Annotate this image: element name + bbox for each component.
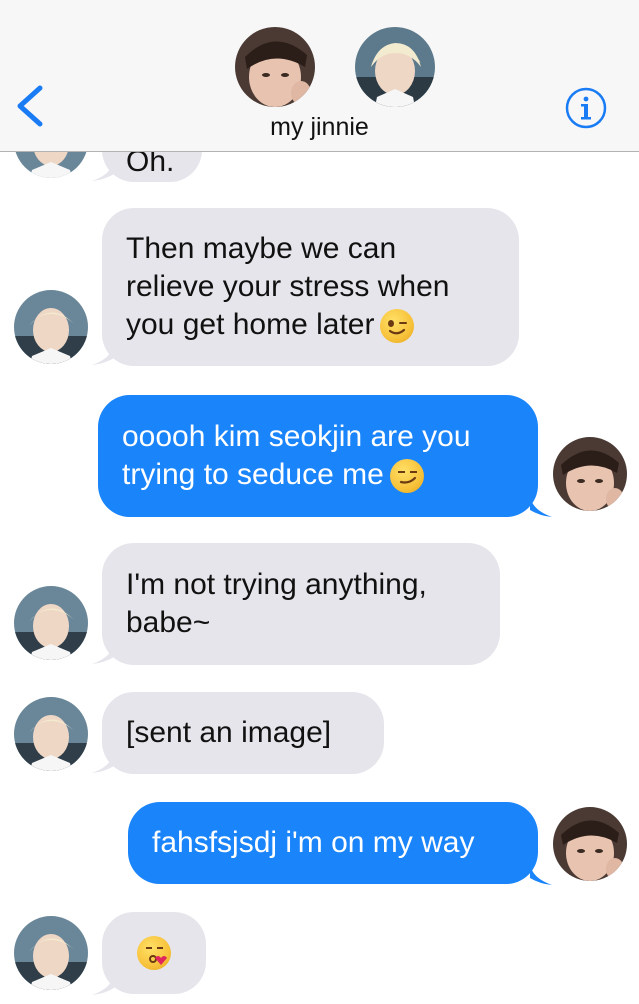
message-text: fahsfsjsdj i'm on my way: [152, 826, 475, 859]
avatar-jinnie[interactable]: [14, 290, 88, 364]
bubble-tail: [92, 974, 114, 995]
info-circle-icon[interactable]: [565, 87, 607, 129]
contact-avatar-me: [235, 27, 315, 107]
bubble-tail: [92, 752, 114, 773]
bubble-tail: [92, 344, 114, 365]
message-list[interactable]: Oh. Then maybe we can relieve your stres…: [0, 152, 639, 1004]
message-bubble-incoming[interactable]: [102, 912, 206, 994]
message-bubble-outgoing[interactable]: ooooh kim seokjin are you trying to sedu…: [98, 395, 538, 517]
conversation-header: my jinnie: [0, 0, 639, 152]
winking-face-icon: [380, 309, 415, 344]
avatar-jinnie[interactable]: [14, 586, 88, 660]
message-bubble-outgoing[interactable]: fahsfsjsdj i'm on my way: [128, 802, 538, 884]
message-bubble-incoming[interactable]: Then maybe we can relieve your stress wh…: [102, 208, 519, 366]
avatar-me[interactable]: [553, 437, 627, 511]
smirking-face-icon: [389, 459, 424, 494]
message-bubble-incoming[interactable]: I'm not trying anything, babe~: [102, 543, 500, 665]
bubble-tail: [92, 160, 114, 181]
bubble-tail: [530, 864, 552, 885]
message-bubble-incoming[interactable]: [sent an image]: [102, 692, 384, 774]
contact-name[interactable]: my jinnie: [0, 113, 639, 142]
avatar-me[interactable]: [553, 807, 627, 881]
message-bubble-incoming[interactable]: Oh.: [102, 152, 202, 182]
bubble-tail: [92, 643, 114, 664]
avatar-jinnie[interactable]: [14, 697, 88, 771]
avatar-jinnie[interactable]: [14, 152, 88, 178]
bubble-tail: [530, 496, 552, 517]
avatar-jinnie[interactable]: [14, 916, 88, 990]
message-text: Oh.: [126, 152, 175, 178]
message-text: I'm not trying anything, babe~: [126, 568, 427, 639]
face-blowing-kiss-icon: [137, 936, 171, 970]
contact-avatar-jinnie: [355, 27, 435, 107]
message-text: [sent an image]: [126, 716, 332, 749]
